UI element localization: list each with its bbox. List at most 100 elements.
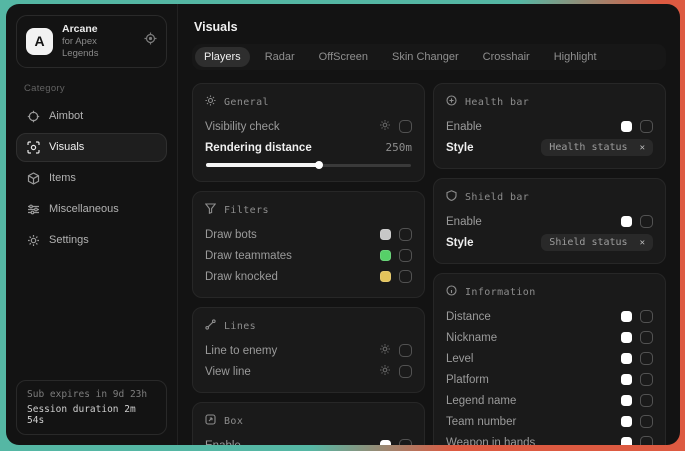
row-label: Enable [446, 216, 482, 228]
line-icon [205, 319, 216, 333]
color-swatch[interactable] [621, 437, 632, 445]
health-style-select[interactable]: Health status ✕ [541, 139, 653, 156]
main-content: Visuals Players Radar OffScreen Skin Cha… [178, 4, 680, 445]
information-card-header: Information [446, 285, 653, 299]
color-swatch[interactable] [380, 440, 391, 445]
level-row: Level [446, 348, 653, 369]
sidebar-item-aimbot[interactable]: Aimbot [16, 102, 167, 131]
slider-thumb[interactable] [315, 161, 323, 169]
visibility-check-checkbox[interactable] [399, 120, 412, 133]
nickname-checkbox[interactable] [640, 331, 653, 344]
draw-teammates-checkbox[interactable] [399, 249, 412, 262]
clear-icon[interactable]: ✕ [640, 238, 645, 248]
platform-row: Platform [446, 369, 653, 390]
select-value: Shield status [549, 237, 627, 248]
user-card[interactable]: A Arcane for Apex Legends [16, 15, 167, 68]
line-to-enemy-checkbox[interactable] [399, 344, 412, 357]
row-label: Style [446, 142, 474, 154]
box-card: Box Enable Enable background [192, 402, 425, 445]
color-swatch[interactable] [621, 311, 632, 322]
filters-card: Filters Draw bots Draw teammates [192, 191, 425, 298]
settings-gear-icon[interactable] [379, 342, 391, 360]
settings-gear-icon[interactable] [379, 118, 391, 136]
health-bar-card: Health bar Enable Style H [433, 83, 666, 169]
card-columns: General Visibility check [192, 83, 666, 445]
nickname-row: Nickname [446, 327, 653, 348]
color-swatch[interactable] [621, 332, 632, 343]
draw-bots-row: Draw bots [205, 224, 412, 245]
row-label: Visibility check [205, 121, 280, 133]
sidebar-item-items[interactable]: Items [16, 164, 167, 193]
lines-card-header: Lines [205, 319, 412, 333]
row-label: Draw teammates [205, 250, 292, 262]
level-checkbox[interactable] [640, 352, 653, 365]
row-label: Legend name [446, 395, 516, 407]
desktop-background: A Arcane for Apex Legends Category [0, 0, 685, 451]
color-swatch[interactable] [380, 229, 391, 240]
color-swatch[interactable] [621, 374, 632, 385]
view-line-row: View line [205, 361, 412, 382]
distance-row: Distance [446, 306, 653, 327]
row-label: Rendering distance [205, 142, 312, 154]
draw-knocked-row: Draw knocked [205, 266, 412, 287]
sidebar-item-label: Visuals [49, 141, 84, 153]
health-enable-row: Enable [446, 116, 653, 137]
color-swatch[interactable] [621, 353, 632, 364]
tab-players[interactable]: Players [195, 47, 250, 67]
shield-bar-card: Shield bar Enable Style S [433, 178, 666, 264]
view-line-checkbox[interactable] [399, 365, 412, 378]
rendering-distance-slider[interactable] [206, 161, 411, 169]
settings-gear-icon[interactable] [379, 363, 391, 381]
box-enable-checkbox[interactable] [399, 439, 412, 445]
row-label: Platform [446, 374, 489, 386]
distance-checkbox[interactable] [640, 310, 653, 323]
lines-card: Lines Line to enemy [192, 307, 425, 393]
color-swatch[interactable] [380, 250, 391, 261]
select-value: Health status [549, 142, 627, 153]
tab-highlight[interactable]: Highlight [545, 47, 606, 67]
draw-knocked-checkbox[interactable] [399, 270, 412, 283]
card-title: Lines [224, 321, 256, 332]
shield-style-select[interactable]: Shield status ✕ [541, 234, 653, 251]
tab-radar[interactable]: Radar [256, 47, 304, 67]
row-label: Team number [446, 416, 516, 428]
sidebar-item-miscellaneous[interactable]: Miscellaneous [16, 195, 167, 224]
sidebar-item-visuals[interactable]: Visuals [16, 133, 167, 162]
shield-icon [446, 190, 457, 204]
platform-checkbox[interactable] [640, 373, 653, 386]
tab-skin-changer[interactable]: Skin Changer [383, 47, 468, 67]
sidebar-item-settings[interactable]: Settings [16, 226, 167, 255]
shield-bar-card-header: Shield bar [446, 190, 653, 204]
color-swatch[interactable] [380, 271, 391, 282]
color-swatch[interactable] [621, 216, 632, 227]
color-swatch[interactable] [621, 395, 632, 406]
clear-icon[interactable]: ✕ [640, 143, 645, 153]
row-label: Level [446, 353, 474, 365]
sub-expires-text: Sub expires in 9d 23h [27, 389, 156, 400]
general-card: General Visibility check [192, 83, 425, 182]
sidebar-item-label: Settings [49, 234, 89, 246]
row-label: View line [205, 366, 251, 378]
weapon-in-hands-checkbox[interactable] [640, 436, 653, 445]
sidebar-item-label: Items [49, 172, 76, 184]
legend-name-row: Legend name [446, 390, 653, 411]
row-label: Enable [446, 121, 482, 133]
health-enable-checkbox[interactable] [640, 120, 653, 133]
target-icon[interactable] [144, 32, 157, 50]
color-swatch[interactable] [621, 416, 632, 427]
card-title: Filters [224, 205, 269, 216]
weapon-in-hands-row: Weapon in hands [446, 432, 653, 445]
draw-bots-checkbox[interactable] [399, 228, 412, 241]
funnel-icon [205, 203, 216, 217]
tab-crosshair[interactable]: Crosshair [474, 47, 539, 67]
tab-offscreen[interactable]: OffScreen [310, 47, 377, 67]
sidebar: A Arcane for Apex Legends Category [6, 4, 178, 445]
shield-enable-checkbox[interactable] [640, 215, 653, 228]
right-column: Health bar Enable Style H [433, 83, 666, 445]
legend-name-checkbox[interactable] [640, 394, 653, 407]
team-number-checkbox[interactable] [640, 415, 653, 428]
sidebar-item-label: Miscellaneous [49, 203, 119, 215]
app-subtitle: for Apex Legends [62, 36, 135, 60]
color-swatch[interactable] [621, 121, 632, 132]
health-style-row: Style Health status ✕ [446, 137, 653, 158]
